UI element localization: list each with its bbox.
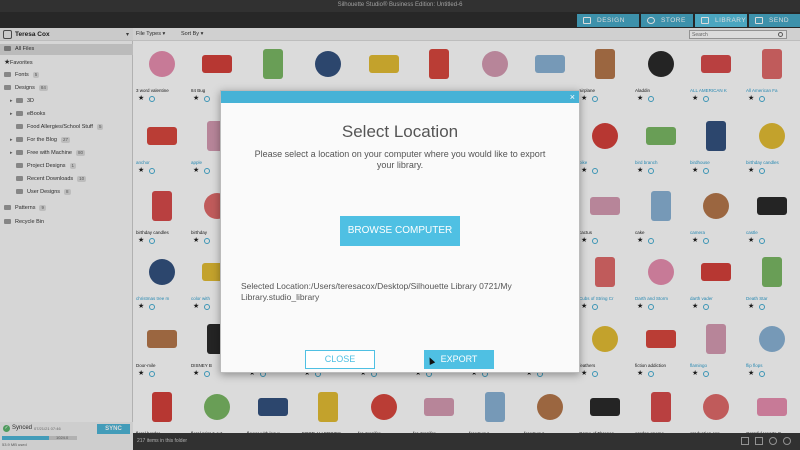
close-button[interactable]: CLOSE (305, 350, 375, 369)
export-button[interactable]: EXPORT (424, 350, 494, 369)
selected-location-label: Selected Location: (241, 281, 311, 291)
browse-computer-button[interactable]: BROWSE COMPUTER (340, 216, 460, 246)
close-icon[interactable]: × (570, 91, 575, 103)
dialog-header: × (221, 91, 579, 103)
dialog-description: Please select a location on your compute… (254, 149, 546, 170)
select-location-dialog: × Select Location Please select a locati… (220, 90, 580, 373)
selected-location: Selected Location:/Users/teresacox/Deskt… (241, 281, 561, 303)
dialog-title: Select Location (341, 122, 459, 141)
